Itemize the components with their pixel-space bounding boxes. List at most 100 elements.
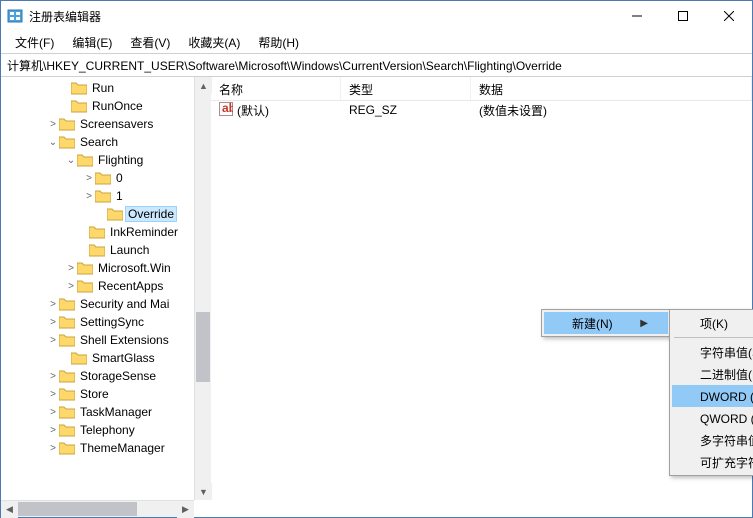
folder-icon [59, 135, 75, 149]
folder-icon [77, 279, 93, 293]
list-body[interactable]: ab (默认) REG_SZ (数值未设置) 新建(N) ▶ 项(K) 字符串值… [211, 101, 752, 517]
tree-node-run[interactable]: ▸Run [1, 79, 210, 97]
menu-file[interactable]: 文件(F) [7, 32, 62, 53]
col-type[interactable]: 类型 [341, 77, 471, 100]
chevron-right-icon[interactable]: > [65, 281, 77, 292]
tree-node-securityandmai[interactable]: >Security and Mai [1, 295, 210, 313]
folder-icon [59, 297, 75, 311]
ctx-new-qword[interactable]: QWORD (64 位)值(Q) [672, 407, 753, 429]
folder-icon [59, 117, 75, 131]
content-area: ▸Run ▸RunOnce >Screensavers ⌄Search ⌄Fli… [1, 77, 752, 517]
folder-icon [95, 189, 111, 203]
separator [674, 337, 753, 338]
ctx-new-dword[interactable]: DWORD (32 位)值(D) [672, 385, 753, 407]
tree-node-shellextensions[interactable]: >Shell Extensions [1, 331, 210, 349]
tree-node-runonce[interactable]: ▸RunOnce [1, 97, 210, 115]
col-name[interactable]: 名称 [211, 77, 341, 100]
folder-icon [59, 441, 75, 455]
tree-pane: ▸Run ▸RunOnce >Screensavers ⌄Search ⌄Fli… [1, 77, 211, 517]
chevron-right-icon[interactable]: > [47, 119, 59, 130]
svg-text:ab: ab [222, 102, 233, 115]
scroll-thumb[interactable] [18, 502, 137, 516]
ctx-new-binary[interactable]: 二进制值(B) [672, 363, 753, 385]
tree-node-microsoftwin[interactable]: >Microsoft.Win [1, 259, 210, 277]
window-buttons [614, 1, 752, 31]
scroll-down-icon[interactable]: ▼ [195, 483, 212, 500]
menubar: 文件(F) 编辑(E) 查看(V) 收藏夹(A) 帮助(H) [1, 31, 752, 53]
scroll-track[interactable] [18, 501, 177, 517]
folder-icon [77, 261, 93, 275]
chevron-down-icon[interactable]: ⌄ [47, 137, 59, 148]
chevron-right-icon[interactable]: > [47, 335, 59, 346]
tree-node-flighting[interactable]: ⌄Flighting [1, 151, 210, 169]
ctx-new[interactable]: 新建(N) ▶ [544, 312, 668, 334]
scroll-track[interactable] [195, 94, 211, 483]
scroll-up-icon[interactable]: ▲ [195, 77, 212, 94]
folder-icon [71, 99, 87, 113]
maximize-button[interactable] [660, 1, 706, 31]
value-type: REG_SZ [341, 103, 471, 117]
chevron-right-icon: ▶ [620, 318, 648, 329]
chevron-right-icon[interactable]: > [47, 425, 59, 436]
menu-favorites[interactable]: 收藏夹(A) [180, 32, 248, 53]
regedit-icon [7, 8, 23, 24]
tree-node-launch[interactable]: ▸Launch [1, 241, 210, 259]
folder-icon [59, 405, 75, 419]
tree-node-1[interactable]: >1 [1, 187, 210, 205]
tree-node-thememanager[interactable]: >ThemeManager [1, 439, 210, 457]
tree-node-storagesense[interactable]: >StorageSense [1, 367, 210, 385]
tree-view[interactable]: ▸Run ▸RunOnce >Screensavers ⌄Search ⌄Fli… [1, 77, 211, 500]
ctx-new-multi[interactable]: 多字符串值(M) [672, 429, 753, 451]
tree-node-override[interactable]: ▸Override [1, 205, 210, 223]
tree-node-smartglass[interactable]: ▸SmartGlass [1, 349, 210, 367]
chevron-right-icon[interactable]: > [47, 371, 59, 382]
tree-node-telephony[interactable]: >Telephony [1, 421, 210, 439]
tree-scrollbar-vertical[interactable]: ▲ ▼ [194, 77, 211, 500]
folder-icon [71, 351, 87, 365]
ctx-new-key[interactable]: 项(K) [672, 312, 753, 334]
folder-icon [77, 153, 93, 167]
folder-icon [59, 423, 75, 437]
folder-icon [59, 333, 75, 347]
folder-icon [59, 369, 75, 383]
chevron-right-icon[interactable]: > [47, 317, 59, 328]
folder-icon [59, 387, 75, 401]
tree-node-search[interactable]: ⌄Search [1, 133, 210, 151]
chevron-right-icon[interactable]: > [83, 173, 95, 184]
col-data[interactable]: 数据 [471, 77, 752, 100]
scroll-thumb[interactable] [196, 312, 210, 382]
tree-node-recentapps[interactable]: >RecentApps [1, 277, 210, 295]
tree-node-taskmanager[interactable]: >TaskManager [1, 403, 210, 421]
folder-icon [95, 171, 111, 185]
folder-icon [59, 315, 75, 329]
tree-scrollbar-horizontal[interactable]: ◀ ▶ [1, 500, 194, 517]
chevron-right-icon[interactable]: > [65, 263, 77, 274]
ctx-new-expand[interactable]: 可扩充字符串值(E) [672, 451, 753, 473]
chevron-right-icon[interactable]: > [47, 443, 59, 454]
folder-icon [71, 81, 87, 95]
string-value-icon: ab [219, 102, 233, 119]
chevron-right-icon[interactable]: > [47, 299, 59, 310]
folder-icon [107, 207, 123, 221]
tree-node-inkreminder[interactable]: ▸InkReminder [1, 223, 210, 241]
tree-node-0[interactable]: >0 [1, 169, 210, 187]
scroll-right-icon[interactable]: ▶ [177, 501, 194, 518]
chevron-down-icon[interactable]: ⌄ [65, 155, 77, 166]
minimize-button[interactable] [614, 1, 660, 31]
address-bar[interactable]: 计算机\HKEY_CURRENT_USER\Software\Microsoft… [1, 53, 752, 77]
tree-node-settingsync[interactable]: >SettingSync [1, 313, 210, 331]
menu-help[interactable]: 帮助(H) [250, 32, 307, 53]
chevron-right-icon[interactable]: > [47, 407, 59, 418]
close-button[interactable] [706, 1, 752, 31]
context-menu: 新建(N) ▶ [541, 309, 671, 337]
value-name: (默认) [237, 102, 269, 119]
menu-view[interactable]: 查看(V) [122, 32, 178, 53]
tree-node-store[interactable]: >Store [1, 385, 210, 403]
menu-edit[interactable]: 编辑(E) [64, 32, 120, 53]
chevron-right-icon[interactable]: > [83, 191, 95, 202]
ctx-new-string[interactable]: 字符串值(S) [672, 341, 753, 363]
scroll-left-icon[interactable]: ◀ [1, 501, 18, 518]
list-row[interactable]: ab (默认) REG_SZ (数值未设置) [211, 101, 752, 119]
tree-node-screensavers[interactable]: >Screensavers [1, 115, 210, 133]
chevron-right-icon[interactable]: > [47, 389, 59, 400]
